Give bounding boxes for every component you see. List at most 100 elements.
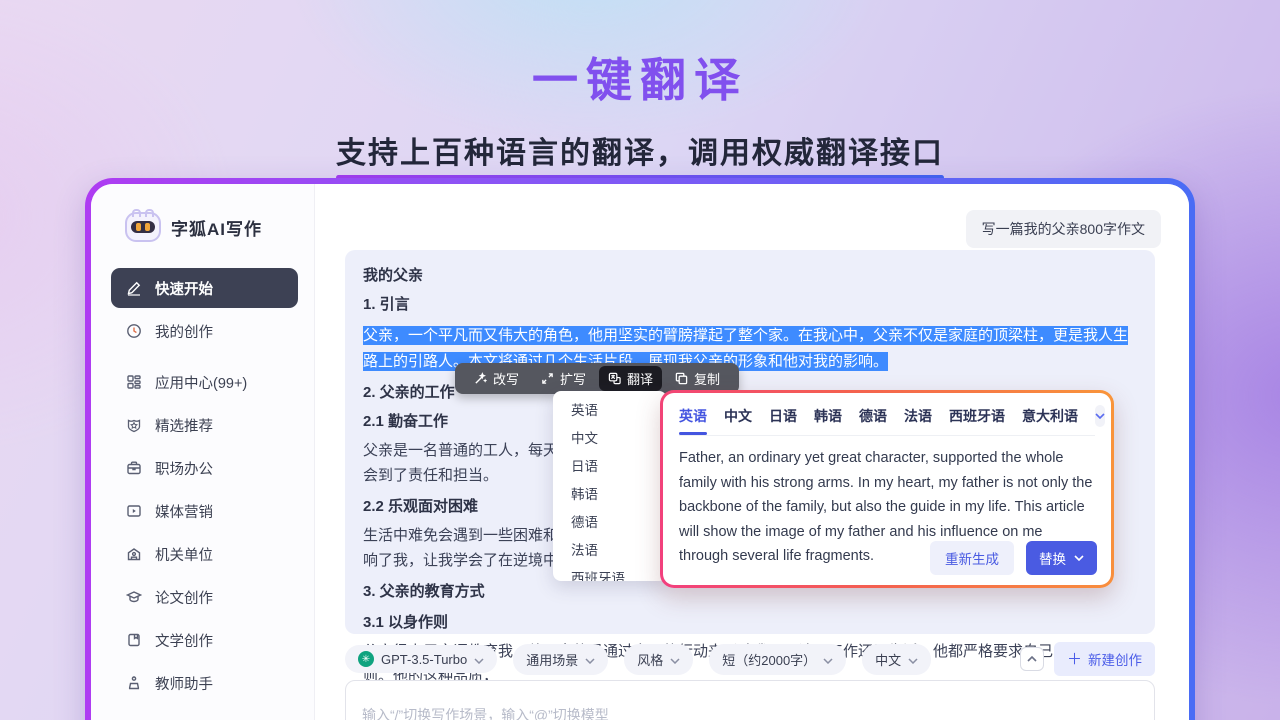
sidebar-item-label: 媒体营销 — [155, 501, 213, 522]
translation-language-tabs: 英语 中文 日语 韩语 德语 法语 西班牙语 意大利语 — [679, 405, 1095, 436]
rewrite-button[interactable]: 改写 — [465, 366, 528, 391]
nav-divider-gap — [111, 354, 298, 362]
scene-label: 通用场景 — [526, 650, 578, 669]
robot-visor — [131, 221, 155, 233]
collapse-button[interactable] — [1020, 647, 1044, 671]
language-option-chinese[interactable]: 中文 — [553, 425, 667, 453]
sidebar-item-government[interactable]: 机关单位 — [111, 534, 298, 574]
length-select[interactable]: 短（约2000字） — [709, 644, 846, 675]
sidebar-item-label: 快速开始 — [155, 278, 213, 299]
language-option-german[interactable]: 德语 — [553, 509, 667, 537]
composer-toolbar-right: ＋ 新建创作 — [1020, 642, 1155, 676]
translation-actions: 重新生成 替换 — [930, 541, 1097, 575]
hero-subtitle: 支持上百种语言的翻译，调用权威翻译接口 — [336, 128, 944, 172]
sidebar-item-teacher-assistant[interactable]: 教师助手 — [111, 663, 298, 703]
building-icon — [125, 545, 143, 563]
sidebar-item-label: 机关单位 — [155, 544, 213, 565]
sidebar-item-label: 应用中心(99+) — [155, 372, 247, 393]
more-languages-button[interactable] — [1095, 405, 1105, 427]
tab-japanese[interactable]: 日语 — [769, 406, 797, 426]
translate-button[interactable]: 翻译 — [599, 366, 662, 391]
copy-label: 复制 — [694, 369, 720, 388]
plus-icon: ＋ — [1067, 652, 1082, 667]
sidebar-item-app-center[interactable]: 应用中心(99+) — [111, 362, 298, 402]
tab-spanish[interactable]: 西班牙语 — [949, 406, 1005, 426]
app-name: 字狐AI写作 — [171, 215, 262, 240]
chevron-down-icon — [670, 652, 680, 667]
app-logo-row: 字狐AI写作 — [111, 212, 298, 242]
tab-italian[interactable]: 意大利语 — [1022, 406, 1078, 426]
expand-label: 扩写 — [560, 369, 586, 388]
copy-button[interactable]: 复制 — [666, 366, 729, 391]
sidebar-item-label: 论文创作 — [155, 587, 213, 608]
sidebar-item-label: 职场办公 — [155, 458, 213, 479]
sidebar-item-label: 文学创作 — [155, 630, 213, 651]
hero-subtitle-wrap: 支持上百种语言的翻译，调用权威翻译接口 — [336, 128, 944, 180]
sidebar-item-label: 精选推荐 — [155, 415, 213, 436]
style-label: 风格 — [637, 650, 663, 669]
language-option-japanese[interactable]: 日语 — [553, 453, 667, 481]
expand-button[interactable]: 扩写 — [532, 366, 595, 391]
language-dropdown: 英语 中文 日语 韩语 德语 法语 西班牙语 — [553, 391, 667, 581]
robot-logo-icon — [125, 212, 161, 242]
sidebar-item-quick-start[interactable]: 快速开始 — [111, 268, 298, 308]
language-option-korean[interactable]: 韩语 — [553, 481, 667, 509]
clock-icon — [125, 322, 143, 340]
chevron-down-icon — [823, 652, 833, 667]
tab-german[interactable]: 德语 — [859, 406, 887, 426]
chevron-down-icon — [585, 652, 595, 667]
replace-button[interactable]: 替换 — [1026, 541, 1097, 575]
robot-eye — [145, 223, 150, 231]
language-option-english[interactable]: 英语 — [553, 397, 667, 425]
output-language-select[interactable]: 中文 — [862, 644, 931, 675]
translate-icon — [608, 372, 621, 385]
doc-title: 我的父亲 — [363, 263, 1137, 288]
book-icon — [125, 631, 143, 649]
sidebar-item-my-creations[interactable]: 我的创作 — [111, 311, 298, 351]
sidebar-item-paper-writing[interactable]: 论文创作 — [111, 577, 298, 617]
tab-korean[interactable]: 韩语 — [814, 406, 842, 426]
grid-icon — [125, 373, 143, 391]
new-creation-button[interactable]: ＋ 新建创作 — [1054, 642, 1155, 676]
language-option-french[interactable]: 法语 — [553, 537, 667, 565]
app-window-inner: 字狐AI写作 快速开始 我的创作 — [91, 184, 1189, 720]
sidebar: 字狐AI写作 快速开始 我的创作 — [91, 184, 315, 720]
sidebar-item-workplace[interactable]: 职场办公 — [111, 448, 298, 488]
main-area: 写一篇我的父亲800字作文 我的父亲 1. 引言 父亲，一个平凡而又伟大的角色，… — [315, 184, 1189, 720]
composer-input[interactable] — [345, 680, 1155, 720]
hero-section: 一键翻译 支持上百种语言的翻译，调用权威翻译接口 — [0, 0, 1280, 180]
model-label: GPT-3.5-Turbo — [381, 652, 467, 667]
graduation-cap-icon — [125, 588, 143, 606]
tab-french[interactable]: 法语 — [904, 406, 932, 426]
briefcase-icon — [125, 459, 143, 477]
composer-toolbar: ✳ GPT-3.5-Turbo 通用场景 风格 短（约2000字） — [345, 642, 1155, 676]
length-label: 短（约2000字） — [722, 650, 816, 669]
teacher-podium-icon — [125, 674, 143, 692]
chevron-down-icon — [474, 652, 484, 667]
sidebar-item-featured[interactable]: 精选推荐 — [111, 405, 298, 445]
scene-select[interactable]: 通用场景 — [513, 644, 608, 675]
sidebar-item-media-marketing[interactable]: 媒体营销 — [111, 491, 298, 531]
chevron-down-icon — [1074, 555, 1084, 561]
output-language-label: 中文 — [875, 650, 901, 669]
sidebar-item-literary[interactable]: 文学创作 — [111, 620, 298, 660]
model-select[interactable]: ✳ GPT-3.5-Turbo — [345, 645, 497, 673]
star-badge-icon — [125, 416, 143, 434]
copy-icon — [675, 372, 688, 385]
new-creation-label: 新建创作 — [1088, 649, 1142, 669]
video-icon — [125, 502, 143, 520]
rewrite-label: 改写 — [493, 369, 519, 388]
robot-eye — [136, 223, 141, 231]
sidebar-item-label: 教师助手 — [155, 673, 213, 694]
language-option-spanish[interactable]: 西班牙语 — [553, 565, 667, 581]
pen-icon — [125, 279, 143, 297]
translation-popup-inner: 英语 中文 日语 韩语 德语 法语 西班牙语 意大利语 Father, an o… — [663, 393, 1111, 585]
style-select[interactable]: 风格 — [624, 644, 693, 675]
task-prompt-pill[interactable]: 写一篇我的父亲800字作文 — [966, 210, 1161, 248]
regenerate-button[interactable]: 重新生成 — [930, 541, 1014, 575]
hero-title: 一键翻译 — [0, 44, 1280, 110]
replace-label: 替换 — [1039, 548, 1066, 568]
tab-english[interactable]: 英语 — [679, 406, 707, 426]
tab-chinese[interactable]: 中文 — [724, 406, 752, 426]
magic-wand-icon — [474, 372, 487, 385]
